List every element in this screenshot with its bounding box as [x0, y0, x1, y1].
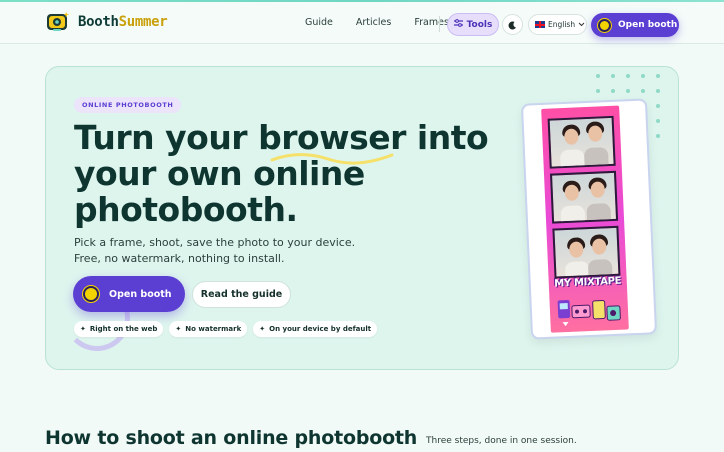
nav-link-guide[interactable]: Guide: [305, 17, 333, 28]
cassette-stickers-decoration: [557, 299, 621, 327]
top-nav: BoothSummer Guide Articles Frames Tools …: [0, 2, 724, 44]
strip-photo: [547, 115, 616, 169]
sparkle-icon: ✦: [80, 325, 86, 333]
nav-link-frames[interactable]: Frames: [414, 17, 449, 28]
feature-chip: ✦ On your device by default: [253, 321, 378, 337]
brand-name-part1: Booth: [78, 14, 119, 30]
hero-badge: ONLINE PHOTOBOOTH: [74, 97, 182, 113]
open-booth-hero-label: Open booth: [109, 288, 172, 300]
how-to-section-title: How to shoot an online photobooth: [45, 427, 418, 449]
squiggle-underline-decoration: [270, 153, 394, 165]
photo-strip-card: MY MIXTAPE: [520, 98, 658, 340]
language-label: English: [548, 20, 576, 29]
chevron-down-icon: [578, 20, 585, 29]
strip-photo: [552, 225, 621, 279]
hero-subtitle: Pick a frame, shoot, save the photo to y…: [74, 236, 356, 265]
brand-name-part2: Summer: [118, 14, 168, 30]
record-dot-icon: [83, 286, 99, 302]
language-select[interactable]: English: [528, 14, 587, 35]
tools-button[interactable]: Tools: [447, 13, 499, 36]
nav-link-articles[interactable]: Articles: [356, 17, 391, 28]
theme-toggle-button[interactable]: [502, 14, 523, 35]
tools-label: Tools: [466, 19, 493, 30]
record-dot-icon: [598, 18, 611, 32]
open-booth-nav-button[interactable]: Open booth: [591, 13, 679, 37]
chip-label: No watermark: [185, 325, 242, 333]
chip-label: On your device by default: [269, 325, 372, 333]
sparkle-icon: ✦: [259, 325, 266, 333]
moon-icon: [508, 15, 517, 34]
sparkle-icon: ✦: [175, 325, 182, 333]
chip-label: Right on the web: [89, 325, 158, 333]
how-to-section-subtitle: Three steps, done in one session.: [426, 436, 577, 446]
feature-chip: ✦ No watermark: [169, 321, 248, 337]
hero-headline: Turn your browser into your own online p…: [74, 118, 489, 229]
logo[interactable]: BoothSummer: [46, 11, 168, 33]
camera-logo-icon: [46, 11, 70, 33]
uk-flag-icon: [535, 21, 545, 28]
photo-strip: MY MIXTAPE: [541, 105, 629, 333]
feature-chip: ✦ Right on the web: [74, 321, 164, 337]
strip-caption: MY MIXTAPE: [554, 275, 622, 290]
open-booth-nav-label: Open booth: [618, 20, 678, 30]
open-booth-hero-button[interactable]: Open booth: [73, 276, 185, 312]
feature-chips: ✦ Right on the web ✦ No watermark ✦ On y…: [74, 321, 378, 337]
nav-divider: [439, 16, 440, 32]
strip-photo: [549, 170, 619, 224]
sliders-icon: [453, 19, 463, 30]
read-guide-button[interactable]: Read the guide: [192, 281, 291, 308]
hero-card: ONLINE PHOTOBOOTH Turn your browser into…: [45, 66, 679, 370]
